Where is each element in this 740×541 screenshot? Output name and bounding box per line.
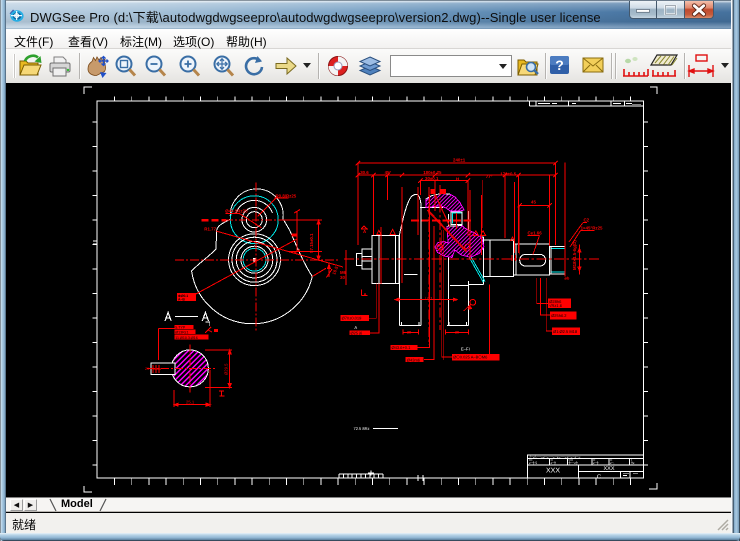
svg-text:A: A	[354, 325, 357, 330]
svg-text:Ø29.5: Ø29.5	[224, 363, 229, 375]
svg-text:Ø43m6: Ø43m6	[407, 357, 421, 362]
svg-text:Ø70±0.019: Ø70±0.019	[342, 316, 363, 321]
svg-text:Ø44.5Rz25: Ø44.5Rz25	[225, 208, 248, 213]
svg-text:77°: 77°	[486, 174, 493, 179]
svg-text:Ø13Rz1: Ø13Rz1	[175, 330, 188, 334]
svg-text:▪: ▪	[631, 458, 632, 462]
svg-text:30.6: 30.6	[360, 170, 369, 175]
svg-text:1×45°Rz25: 1×45°Rz25	[581, 226, 603, 231]
svg-text:5.TYP: 5.TYP	[175, 325, 186, 329]
svg-text:M6: M6	[340, 270, 347, 275]
svg-text:A–B: A–B	[178, 298, 185, 302]
svg-text:A: A	[363, 229, 367, 234]
svg-text:Ø25 j6: Ø25 j6	[351, 330, 364, 335]
svg-text:A: A	[364, 292, 368, 297]
svg-text:28: 28	[407, 331, 411, 335]
svg-text:M18×1.5-6g(D): M18×1.5-6g(D)	[572, 240, 577, 270]
svg-text:25.1: 25.1	[186, 400, 195, 405]
svg-text:72.5 8Rz: 72.5 8Rz	[354, 426, 370, 431]
svg-text:240±1: 240±1	[453, 158, 466, 163]
svg-text:Ø43.6+0.1: Ø43.6+0.1	[392, 345, 412, 350]
svg-text:▪▪▪: ▪▪▪	[529, 458, 532, 462]
svg-text:XXX: XXX	[546, 468, 560, 475]
svg-text:30±0.1: 30±0.1	[425, 176, 439, 181]
svg-text:√Rz1.6: √Rz1.6	[549, 303, 562, 308]
svg-text:▪▪: ▪▪	[593, 458, 595, 462]
svg-text:▪▪: ▪▪	[551, 458, 553, 462]
svg-text:?: ?	[555, 57, 564, 73]
svg-text:Z5: Z5	[145, 367, 149, 371]
svg-text:R0.8/Rz25: R0.8/Rz25	[276, 194, 297, 199]
svg-text:45°: 45°	[385, 170, 392, 175]
svg-text:Ø⎔0.025 A–B⎔M6: Ø⎔0.025 A–B⎔M6	[453, 355, 488, 360]
svg-text:E–FI: E–FI	[461, 346, 470, 351]
svg-text:Ø25h6.2: Ø25h6.2	[551, 313, 567, 318]
svg-text:28: 28	[455, 331, 459, 335]
svg-text:R1.77: R1.77	[204, 227, 216, 232]
svg-text:Ce1.66: Ce1.66	[528, 231, 543, 236]
svg-text:45: 45	[531, 200, 536, 205]
svg-text:⌀b: ⌀b	[565, 276, 570, 281]
svg-text:C2: C2	[584, 218, 590, 223]
svg-text:▪▪▪▪: ▪▪▪▪	[569, 458, 574, 462]
svg-text:170±0.5: 170±0.5	[500, 172, 516, 177]
svg-text:C: C	[597, 474, 602, 481]
svg-text:XXX: XXX	[603, 466, 614, 472]
svg-text:┴╌z┴╌╌┬z╌┬╌╌┬╌z┬╌╌┬z╌┬╌z╌┬: ┴╌z┴╌╌┬z╌┬╌╌┬╌z┬╌╌┬z╌┬╌z╌┬	[528, 455, 581, 459]
svg-text:11.Ø10.3-Ø16: 11.Ø10.3-Ø16	[175, 336, 198, 340]
svg-text:Ø1:Ø2.5 M18: Ø1:Ø2.5 M18	[553, 329, 578, 334]
svg-text:30: 30	[340, 275, 345, 280]
svg-text:⊥0.1: ⊥0.1	[424, 297, 432, 301]
svg-text:10.5: 10.5	[331, 265, 339, 275]
svg-text:▪▪: ▪▪	[610, 458, 612, 462]
svg-text:180±0.25: 180±0.25	[423, 170, 442, 175]
svg-text:H: H	[456, 177, 459, 182]
svg-text:57.15±0.1: 57.15±0.1	[309, 233, 314, 253]
